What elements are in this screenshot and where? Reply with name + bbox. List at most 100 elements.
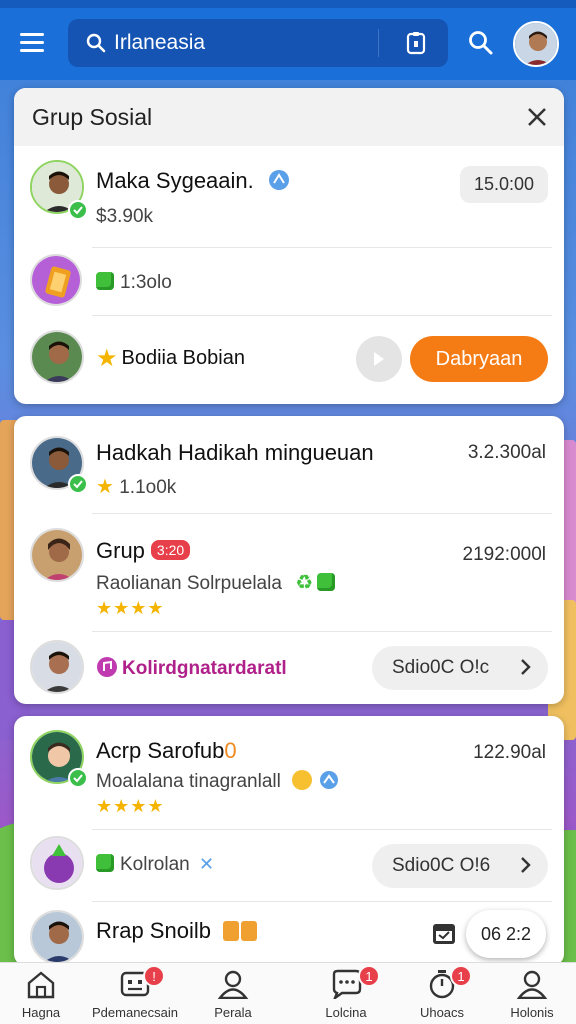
verified-icon (68, 200, 88, 220)
profile-avatar[interactable] (513, 21, 559, 67)
search-icon[interactable] (468, 30, 494, 56)
list-item[interactable]: 1:3olo (14, 248, 564, 316)
bottom-navigation: Hagna Pdemanecsain ! Perala Lolcina 1 Uh… (0, 962, 576, 1024)
timestamp: 2192:000l (462, 544, 546, 565)
contact-name: Bodiia Bobian (121, 347, 245, 369)
play-button[interactable] (356, 336, 402, 382)
nav-chat[interactable]: Lolcina 1 (296, 965, 396, 1024)
person-icon (217, 970, 249, 999)
menu-icon[interactable] (20, 33, 44, 52)
home-icon (27, 971, 55, 999)
open-button-label: Sdio0C O!c (392, 657, 490, 678)
verified-icon (68, 768, 88, 788)
group-card-social: Grup Sosial Maka Sygeaain. $3.90k 15.0:0… (14, 88, 564, 404)
top-app-bar (0, 0, 576, 80)
contact-name-wrap: ★ Bodiia Bobian (96, 344, 245, 373)
chat-list-card: Hadkah Hadikah mingueuan 3.2.300al ★ 1.1… (14, 416, 564, 704)
open-button[interactable]: Sdio0C O!c (372, 646, 548, 690)
contact-name: Hadkah Hadikah mingueuan (96, 440, 374, 465)
nav-timer[interactable]: Uhoacs 1 (392, 965, 492, 1024)
list-item[interactable]: Kolirdgnatardaratl Sdio0C O!c (14, 632, 564, 704)
nav-people[interactable]: Perala (183, 969, 283, 1024)
emoji-icon (241, 921, 258, 941)
notification-badge: ! (143, 965, 165, 987)
channel-name: Kolirdgnatardaratl (122, 658, 287, 679)
contact-name-wrap: Acrp Sarofub0 (96, 738, 237, 764)
close-icon[interactable] (526, 106, 548, 128)
rating-count: 1.1o0k (119, 477, 177, 498)
floating-chip[interactable]: 06 2:2 (466, 910, 546, 958)
nav-home[interactable]: Hagna (0, 969, 91, 1024)
group-name-wrap: Grup 3:20 (96, 538, 191, 564)
star-rating: ★★★★ (96, 796, 165, 816)
primary-action-button[interactable]: Dabryaan (410, 336, 548, 382)
star-rating: ★★★★ (96, 598, 165, 618)
timestamp: 3.2.300al (467, 442, 546, 463)
notification-badge: 1 (450, 965, 472, 987)
last-message: Raolianan Solrpuelala (96, 573, 282, 594)
nav-label: Holonis (510, 1005, 554, 1020)
list-item[interactable]: Maka Sygeaain. $3.90k 15.0:00 (14, 146, 564, 248)
star-icon: ★ (96, 476, 114, 498)
channel-name-wrap: Kolirdgnatardaratl (96, 656, 287, 680)
contact-name-wrap: Maka Sygeaain. (96, 168, 290, 194)
list-item[interactable]: ★ Bodiia Bobian Dabryaan (14, 316, 564, 404)
list-item[interactable]: Hadkah Hadikah mingueuan 3.2.300al ★ 1.1… (14, 416, 564, 514)
nav-label: Pdemanecsain (92, 1005, 178, 1020)
cube-icon (317, 573, 336, 591)
search-divider (378, 29, 379, 57)
emoji-icon (292, 770, 313, 790)
verified-icon (68, 474, 88, 494)
card-header: Grup Sosial (14, 88, 564, 146)
group-avatar (30, 836, 84, 890)
cube-icon (96, 854, 114, 872)
rating-wrap: ★ 1.1o0k (96, 474, 176, 499)
group-name: Grup (96, 538, 145, 563)
avatar (30, 330, 84, 384)
count-badge: 3:20 (150, 540, 191, 560)
cube-icon (96, 272, 114, 290)
contact-name: Rrap Snoilb (96, 918, 211, 943)
link-icon (320, 771, 339, 789)
contact-name: Maka Sygeaain. (96, 168, 254, 193)
contact-name: Acrp Sarofub (96, 738, 225, 763)
group-avatar (30, 254, 82, 306)
last-message-wrap: Moalalana tinagranlall (96, 770, 339, 793)
nav-profile[interactable]: Holonis (482, 969, 576, 1024)
link-icon (268, 170, 289, 190)
contact-name-wrap: Rrap Snoilb (96, 918, 258, 944)
nav-label: Perala (214, 1005, 252, 1020)
card-title: Grup Sosial (32, 103, 153, 130)
last-message-wrap: Raolianan Solrpuelala ♻ (96, 570, 341, 595)
search-input[interactable] (114, 31, 364, 55)
emoji-icon (223, 921, 240, 941)
avatar (30, 528, 84, 582)
recycle-icon: ♻ (295, 572, 314, 594)
music-icon (97, 657, 117, 677)
list-item[interactable]: Grup 3:20 2192:000l Raolianan Solrpuelala… (14, 514, 564, 632)
member-count-wrap: 1:3olo (96, 272, 172, 294)
chevron-right-icon (521, 857, 531, 873)
avatar (30, 640, 84, 694)
nav-label: Uhoacs (419, 1005, 465, 1020)
avatar (30, 910, 84, 964)
chevron-right-icon (521, 659, 531, 675)
member-info-wrap: Kolrolan ✕ (96, 854, 214, 876)
nav-messages[interactable]: Pdemanecsain ! (85, 965, 185, 1024)
list-item[interactable]: Kolrolan ✕ Sdio0C O!6 (14, 830, 564, 902)
nav-label: Lolcina (325, 1005, 367, 1020)
clipboard-icon[interactable] (406, 31, 426, 55)
list-item[interactable]: Acrp Sarofub0 122.90al Moalalana tinagra… (14, 716, 564, 830)
play-icon (374, 352, 384, 366)
open-button[interactable]: Sdio0C O!6 (372, 844, 548, 888)
timestamp: 122.90al (473, 742, 546, 763)
timestamp: 15.0:00 (459, 166, 548, 203)
calendar-icon[interactable] (431, 920, 457, 946)
member-count: 1:3olo (120, 272, 172, 293)
last-message: Moalalana tinagranlall (96, 771, 281, 792)
search-box[interactable] (68, 19, 448, 67)
sparkle-icon: ✕ (199, 854, 215, 874)
profile-icon (516, 970, 548, 999)
notification-badge: 1 (358, 965, 380, 987)
name-suffix: 0 (224, 738, 237, 763)
